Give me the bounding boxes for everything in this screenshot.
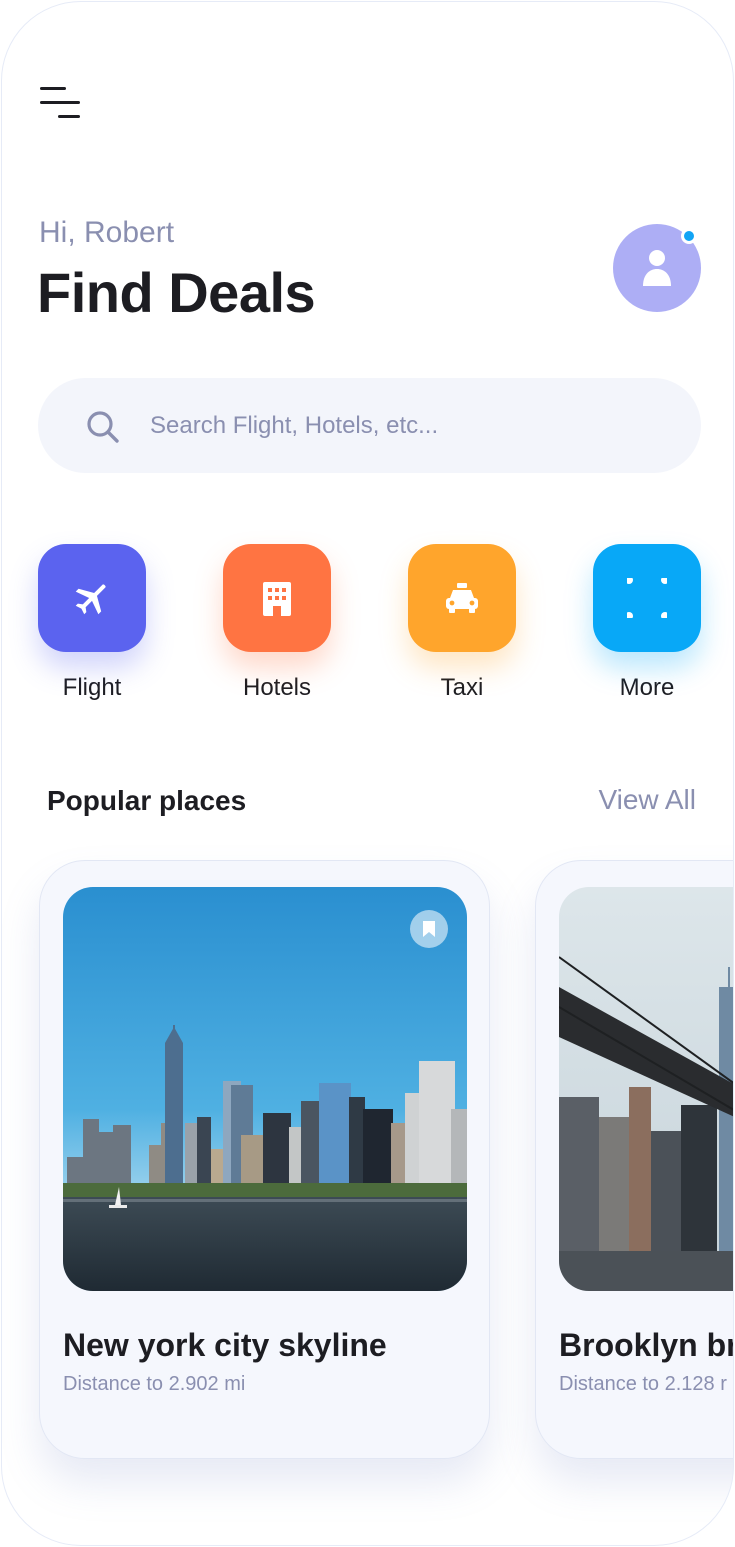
hamburger-menu-icon[interactable] [38,84,84,124]
avatar[interactable] [613,224,701,312]
category-taxi[interactable]: Taxi [408,544,516,702]
popular-places-heading: Popular places [47,785,247,816]
category-flight-label: Flight [62,674,122,701]
place-card[interactable]: Brooklyn br Distance to 2.128 r [535,860,734,1459]
page-title: Find Deals [37,261,316,324]
user-icon [643,250,671,286]
category-hotels-tile[interactable] [223,544,331,652]
place-photo-nyc-skyline [63,887,467,1291]
airplane-icon [75,584,106,615]
search-icon [87,411,119,443]
category-taxi-tile[interactable] [408,544,516,652]
search-bar[interactable] [38,378,701,473]
taxi-icon [446,583,478,613]
place-name: Brooklyn br [559,1327,734,1363]
category-more-label: More [619,674,675,701]
building-icon [263,582,291,616]
category-more[interactable]: More [593,544,701,702]
place-name: New york city skyline [63,1327,387,1363]
category-flight[interactable]: Flight [38,544,146,702]
category-more-tile[interactable] [593,544,701,652]
view-all-link[interactable]: View All [598,784,696,816]
place-photo-brooklyn-bridge [559,887,733,1291]
place-card[interactable]: New york city skyline Distance to 2.902 … [39,860,490,1459]
greeting-text: Hi, Robert [39,216,175,249]
category-taxi-label: Taxi [440,674,484,701]
notification-dot [681,228,697,244]
bookmark-icon[interactable] [410,910,448,948]
search-input[interactable] [150,400,670,452]
place-distance: Distance to 2.902 mi [63,1373,246,1395]
place-distance: Distance to 2.128 r [559,1373,727,1395]
category-flight-tile[interactable] [38,544,146,652]
phone-frame: Hi, Robert Find Deals Flight [1,1,734,1546]
category-hotels-label: Hotels [242,674,312,701]
grid-dots-icon [627,578,667,618]
category-hotels[interactable]: Hotels [223,544,331,702]
